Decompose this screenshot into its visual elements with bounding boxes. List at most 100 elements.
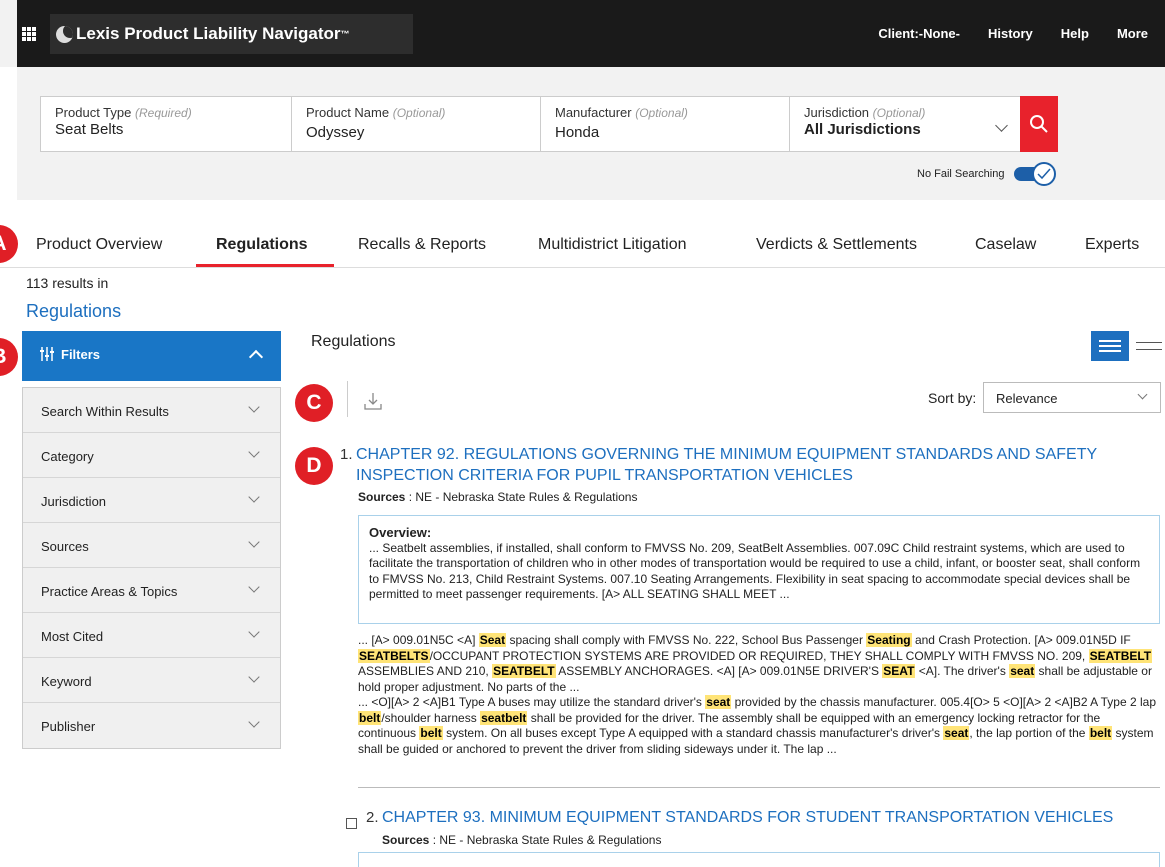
chevron-down-icon [248,401,260,413]
download-icon[interactable] [363,391,383,411]
filter-publisher[interactable]: Publisher [23,703,280,748]
nav-more[interactable]: More [1117,26,1148,41]
sources-label: Sources [358,490,406,504]
product-type-qualifier: (Required) [135,106,192,120]
manufacturer-field[interactable]: Manufacturer (Optional) Honda [540,96,789,152]
filter-search-within-results[interactable]: Search Within Results [23,388,280,433]
highlighted-term: SEATBELT [1088,648,1153,663]
top-nav: Client:-None- History Help More [878,0,1148,67]
search-button[interactable] [1020,96,1058,152]
sort-select[interactable]: Relevance [983,382,1161,413]
jurisdiction-label: Jurisdiction (Optional) [804,105,1006,120]
manufacturer-label-text: Manufacturer [555,105,632,120]
nav-client[interactable]: Client:-None- [878,26,960,41]
results-category: Regulations [26,301,122,321]
sources-value: : NE - Nebraska State Rules & Regulation… [432,833,662,847]
result-number: 1. [340,446,353,463]
highlighted-term: seat [943,726,970,740]
result-checkbox[interactable] [346,818,357,829]
trademark: ™ [340,29,350,39]
tab-product-overview[interactable]: Product Overview [36,236,162,254]
chevron-down-icon [1137,389,1148,400]
results-count: 113 results in [26,275,109,291]
jurisdiction-select[interactable]: Jurisdiction (Optional) All Jurisdiction… [789,96,1020,152]
toggle-check-icon [1032,162,1057,186]
filter-label: Search Within Results [41,404,169,419]
top-bar: Lexis Product Liability Navigator ™ Clien… [0,0,1165,67]
chevron-down-icon [248,536,260,548]
nav-help[interactable]: Help [1061,26,1089,41]
result-snippet: ... [A> 009.01N5C <A] Seat spacing shall… [358,633,1160,757]
compact-view-icon[interactable] [1131,333,1165,359]
highlighted-term: seat [1009,664,1036,678]
chevron-down-icon [248,671,260,683]
chevron-down-icon [248,716,260,728]
search-icon [1030,115,1048,133]
chevron-down-icon [248,446,260,458]
filter-most-cited[interactable]: Most Cited [23,613,280,658]
jurisdiction-value: All Jurisdictions [804,121,921,138]
filters-title: Filters [39,346,100,362]
product-name-label-text: Product Name [306,105,390,120]
filter-label: Jurisdiction [41,494,107,509]
toolbar-divider [347,381,348,417]
apps-grid-icon[interactable] [22,27,36,41]
no-fail-toggle[interactable] [1014,161,1060,187]
filter-keyword[interactable]: Keyword [23,658,280,703]
manufacturer-qualifier: (Optional) [635,106,688,120]
brand-name: Lexis Product Liability Navigator [76,24,341,43]
result-tabs: Product Overview Regulations Recalls & R… [0,222,1165,268]
overview-text: ... Seatbelt assemblies, if installed, s… [369,540,1141,602]
highlighted-term: belt [419,726,443,740]
highlighted-term: belt [358,710,382,725]
nav-history[interactable]: History [988,26,1033,41]
product-type-label: Product Type (Required) [55,105,277,120]
result-title-link[interactable]: CHAPTER 93. MINIMUM EQUIPMENT STANDARDS … [382,807,1162,828]
highlighted-term: SEATBELTS [358,648,430,663]
tab-multidistrict-litigation[interactable]: Multidistrict Litigation [538,236,687,254]
search-box: Product Type (Required) Seat Belts Produ… [40,96,1058,152]
highlighted-term: Seating [866,633,912,647]
manufacturer-label: Manufacturer (Optional) [555,105,775,120]
sources-label: Sources [382,833,430,847]
product-type-field[interactable]: Product Type (Required) Seat Belts [40,96,291,152]
filter-practice-areas-topics[interactable]: Practice Areas & Topics [23,568,280,613]
no-fail-searching: No Fail Searching [917,161,1060,187]
filter-sliders-icon [40,347,54,361]
chevron-down-icon [248,626,260,638]
tab-verdicts-settlements[interactable]: Verdicts & Settlements [756,236,917,254]
tab-experts[interactable]: Experts [1085,236,1139,254]
filter-category[interactable]: Category [23,433,280,478]
manufacturer-value: Honda [555,124,600,141]
filter-label: Sources [41,539,89,554]
filter-label: Category [41,449,94,464]
no-fail-label: No Fail Searching [917,168,1005,180]
tab-recalls-reports[interactable]: Recalls & Reports [358,236,486,254]
highlighted-term: SEAT [882,664,916,678]
filter-jurisdiction[interactable]: Jurisdiction [23,478,280,523]
filter-sources[interactable]: Sources [23,523,280,568]
product-name-label: Product Name (Optional) [306,105,526,120]
result-separator [358,787,1160,788]
jurisdiction-qualifier: (Optional) [872,106,926,120]
search-area: Product Type (Required) Seat Belts Produ… [17,67,1165,200]
highlighted-term: SEATBELT [492,664,556,678]
callout-badge-d: D [295,447,333,485]
list-view-icon[interactable] [1091,331,1129,361]
tab-caselaw[interactable]: Caselaw [975,236,1036,254]
chevron-up-icon[interactable] [248,349,264,365]
result-title-line: INSPECTION CRITERIA FOR PUPIL TRANSPORTA… [356,467,853,484]
result-title-link[interactable]: CHAPTER 92. REGULATIONS GOVERNING THE MI… [356,444,1156,486]
brand-logo[interactable]: Lexis Product Liability Navigator ™ [56,22,358,46]
filters-list: Search Within Results Category Jurisdict… [22,387,281,749]
snippet-text: <A]. The driver's [915,664,1010,678]
product-name-field[interactable]: Product Name (Optional) Odyssey [291,96,540,152]
highlighted-term: seat [705,695,732,709]
chevron-down-icon [248,491,260,503]
result-sources: Sources : NE - Nebraska State Rules & Re… [358,490,637,504]
filter-label: Keyword [41,674,92,689]
result-overview [358,852,1160,867]
tab-regulations[interactable]: Regulations [216,236,308,254]
filters-header[interactable]: Filters [22,331,281,381]
snippet-text: ASSEMBLIES AND 210, [358,664,493,678]
